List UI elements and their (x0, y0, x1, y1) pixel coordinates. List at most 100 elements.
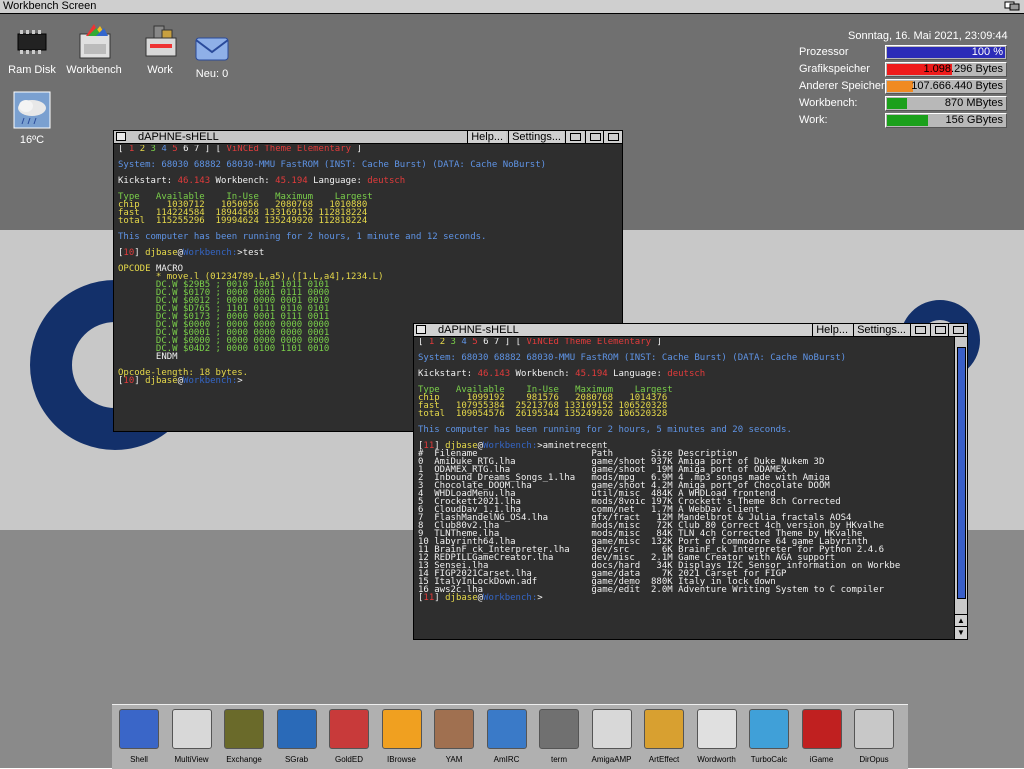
magnifier-icon (171, 709, 212, 749)
shell-text: total 109054576 26195344 135249920 10652… (418, 409, 668, 419)
desktop-icon-ramdisk[interactable]: Ram Disk (0, 26, 64, 76)
amirc-icon (486, 709, 527, 749)
dock-item-wordworth[interactable]: Wordworth (696, 707, 738, 765)
shell-window-2[interactable]: dAPHNE-sHELL Help... Settings... [ 1 2 3… (413, 323, 968, 640)
shell-text: 4 (161, 145, 173, 154)
shell-line: total 109054576 26195344 135249920 10652… (418, 409, 951, 419)
monitor-label: Anderer Speicher (799, 80, 885, 92)
window-title-bar[interactable]: dAPHNE-sHELL Help... Settings... (414, 324, 967, 337)
workbench-disk-icon (74, 22, 114, 60)
shell-line: Kickstart: 46.143 Workbench: 45.194 Lang… (118, 177, 618, 186)
depth-icon[interactable] (948, 324, 967, 336)
shell-text: ] [ (504, 338, 527, 347)
window-title: dAPHNE-sHELL (438, 324, 519, 336)
close-icon[interactable] (416, 325, 426, 334)
scroll-down-icon[interactable]: ▼ (955, 626, 967, 639)
shell-text: Language: (607, 369, 668, 379)
exchange-icon (224, 709, 264, 749)
monitor-gauge-fill (887, 115, 928, 126)
dock-item-golded[interactable]: GoldED (328, 707, 370, 765)
settings-button[interactable]: Settings... (853, 324, 909, 336)
desktop-icon-weather[interactable]: 16ºC (0, 90, 64, 146)
depth-icon[interactable] (603, 131, 622, 143)
shell-line: Kickstart: 46.143 Workbench: 45.194 Lang… (418, 369, 951, 379)
shell-icon (119, 709, 159, 749)
shell-text: ] [ (204, 145, 227, 154)
ramdisk-chip-icon (12, 26, 52, 60)
shell-text: ] (134, 248, 146, 258)
settings-button[interactable]: Settings... (508, 131, 564, 143)
shell-text: 7 (493, 338, 505, 347)
shell-line: System: 68030 68882 68030-MMU FastROM (I… (118, 161, 618, 170)
shell-text: 1 (128, 145, 140, 154)
shell-text: This computer has been running for 2 hou… (118, 232, 487, 242)
close-icon[interactable] (116, 132, 126, 141)
joystick-icon (801, 709, 842, 749)
dock-item-shell[interactable]: Shell (118, 707, 160, 765)
dock-item-turbocalc[interactable]: TurboCalc (748, 707, 790, 765)
dock-item-ibrowse[interactable]: IBrowse (381, 707, 423, 765)
shell-line: This computer has been running for 2 hou… (418, 426, 951, 435)
dock-item-diropus[interactable]: DirOpus (853, 707, 895, 765)
dock-item-term[interactable]: term (538, 707, 580, 765)
shell-text: 5 (472, 338, 484, 347)
wordworth-icon (696, 709, 737, 749)
desktop-icon-workbench[interactable]: Workbench (62, 22, 126, 76)
shell-text: Workbench: (183, 248, 238, 258)
monitor-label: Work: (799, 114, 828, 126)
screengrab-icon (276, 709, 317, 749)
shell-text: djbase (445, 593, 478, 603)
monitor-value: 100 % (971, 46, 1003, 58)
shell-text: System: 68030 68882 68030-MMU FastROM (I… (418, 353, 847, 363)
dock-item-label: SGrab (284, 755, 309, 764)
dock-item-amigaamp[interactable]: AmigaAMP (591, 707, 633, 765)
shell-text: djbase (145, 248, 178, 258)
zoom-icon[interactable] (930, 324, 949, 336)
help-button[interactable]: Help... (467, 131, 506, 143)
help-button[interactable]: Help... (812, 324, 851, 336)
screen-depth-icon[interactable] (1004, 1, 1022, 11)
work-harddisk-icon (140, 22, 180, 60)
mail-envelope-icon (192, 34, 232, 64)
zoom-icon[interactable] (585, 131, 604, 143)
vertical-scrollbar[interactable]: ▲ ▼ (954, 337, 967, 639)
shell-text: 46.143 (477, 369, 511, 379)
shell-line: total 115255296 19994624 135249920 11281… (118, 216, 618, 226)
shell-text: > (537, 593, 543, 603)
scrollbar-thumb[interactable] (957, 347, 966, 599)
dock-item-yam[interactable]: YAM (433, 707, 475, 765)
dock-item-label: IBrowse (387, 755, 416, 764)
shell-text: total 115255296 19994624 135249920 11281… (118, 216, 368, 226)
dock-item-label: iGame (809, 755, 834, 764)
desktop-icon-label: Ram Disk (8, 64, 56, 76)
dock-item-label: TurboCalc (750, 755, 788, 764)
yam-icon (434, 709, 474, 749)
monitor-value: 1.098.296 Bytes (923, 63, 1003, 75)
monitor-label: Grafikspeicher (799, 63, 870, 75)
dock-item-multiview[interactable]: MultiView (171, 707, 213, 765)
dock-item-igame[interactable]: iGame (801, 707, 843, 765)
screen-title-bar[interactable]: Workbench Screen (0, 0, 1024, 14)
shell-output[interactable]: [ 1 2 3 4 5 6 7 ] [ ViNCEd Theme Element… (418, 338, 951, 635)
dock-item-label: Wordworth (697, 755, 736, 764)
shell-text: 3 (450, 338, 462, 347)
dock-item-sgrab[interactable]: SGrab (276, 707, 318, 765)
iconify-icon[interactable] (565, 131, 584, 143)
arteffect-icon (644, 709, 684, 749)
window-title-bar[interactable]: dAPHNE-sHELL Help... Settings... (114, 131, 622, 144)
desktop-icon-mail[interactable]: Neu: 0 (180, 34, 244, 80)
ibrowse-icon (381, 709, 422, 749)
shell-text: 7 (193, 145, 205, 154)
iconify-icon[interactable] (910, 324, 929, 336)
shell-text: ] (351, 145, 362, 154)
dock-item-label: ArtEffect (648, 755, 680, 764)
monitor-datetime: Sonntag, 16. Mai 2021, 23:09:44 (848, 30, 1008, 42)
shell-text: ViNCEd Theme Elementary (526, 338, 652, 347)
dock-item-arteffect[interactable]: ArtEffect (643, 707, 685, 765)
shell-text: 1 (428, 338, 440, 347)
monitor-value: 870 MBytes (944, 97, 1003, 109)
monitor-label: Prozessor (799, 46, 849, 58)
dock-item-amirc[interactable]: AmIRC (486, 707, 528, 765)
dock-item-exchange[interactable]: Exchange (223, 707, 265, 765)
desktop-icon-label: Neu: 0 (195, 68, 229, 80)
